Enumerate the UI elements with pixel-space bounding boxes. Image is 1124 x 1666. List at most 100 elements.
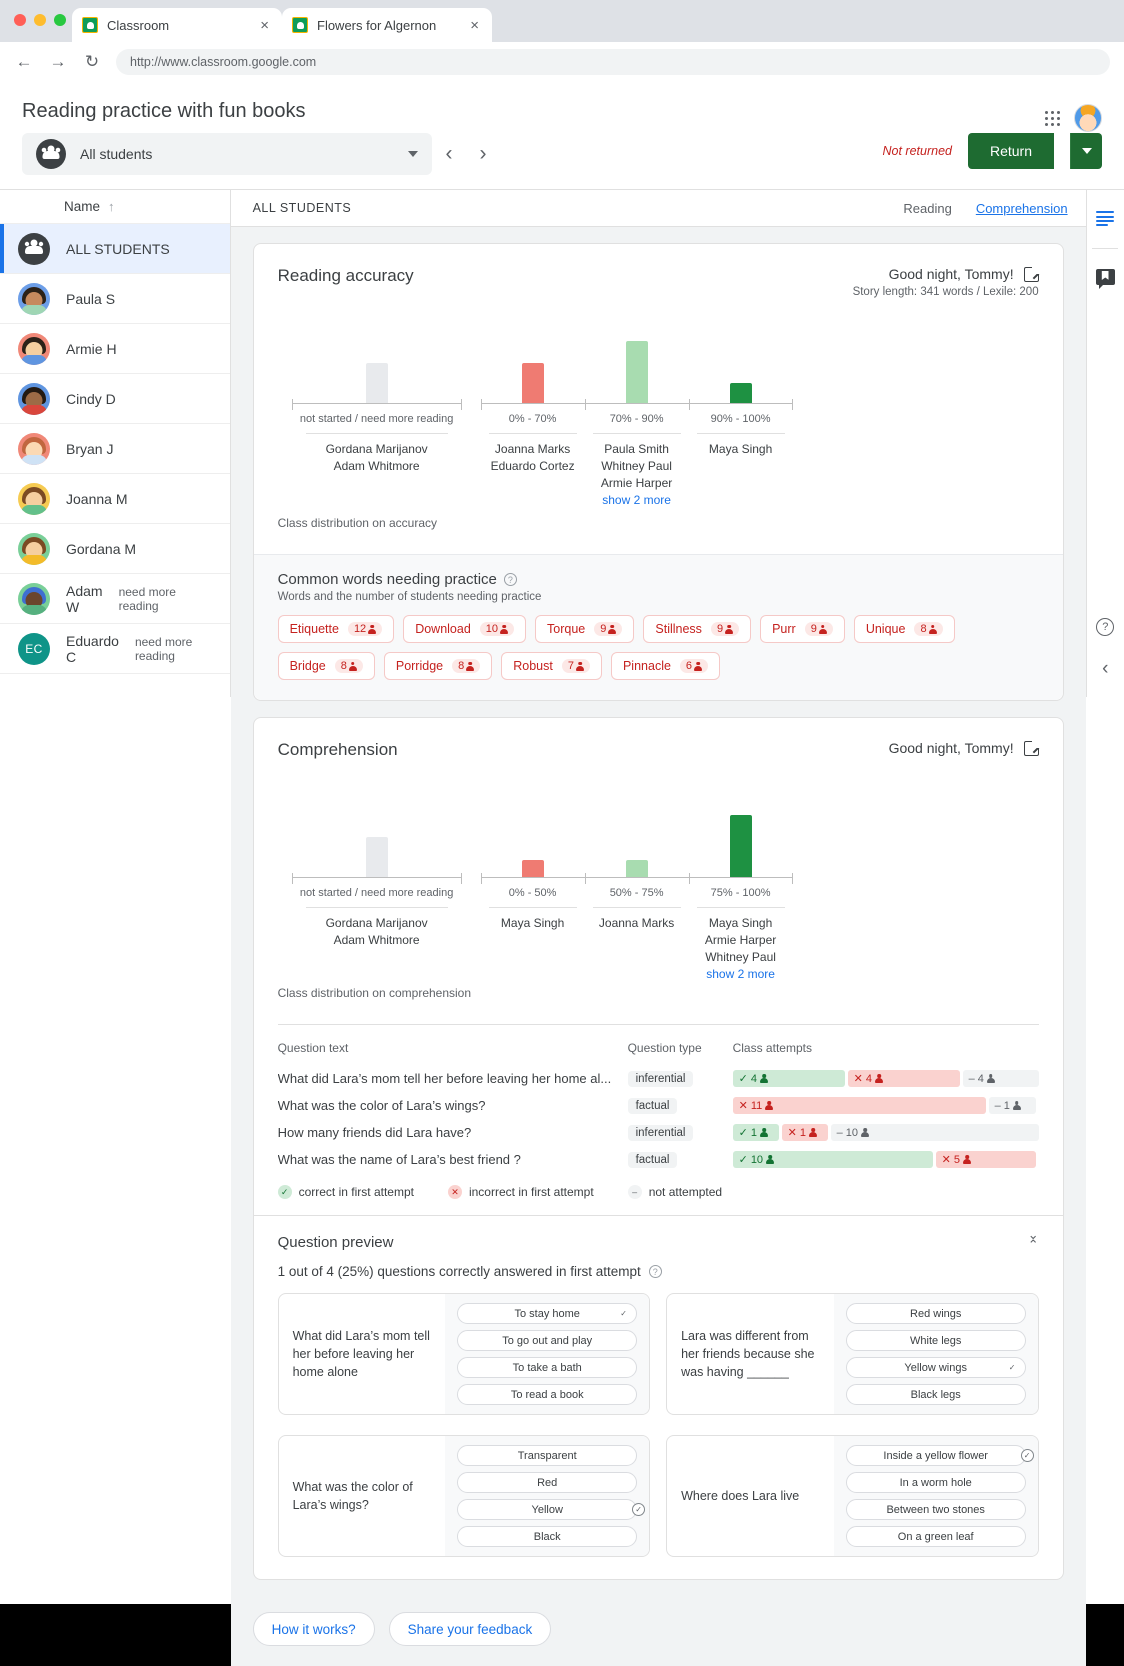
option-label: Yellow wings [904, 1361, 967, 1374]
reload-icon[interactable]: ↻ [82, 52, 102, 72]
collapse-left-icon[interactable]: ‹ [1091, 655, 1119, 683]
close-window-button[interactable] [14, 14, 26, 26]
tab-comprehension[interactable]: Comprehension [976, 201, 1068, 216]
option-row[interactable]: To take a bath [457, 1357, 638, 1378]
word-chip[interactable]: Robust 7 [501, 652, 602, 680]
forward-icon[interactable]: → [48, 52, 68, 72]
sidebar-item-bryan-j[interactable]: Bryan J [0, 424, 230, 474]
bin-student-names: Joanna Marks Eduardo Cortez [481, 441, 585, 475]
browser-tab-flowers[interactable]: Flowers for Algernon × [282, 8, 492, 42]
option-row[interactable]: Black legs [845, 1384, 1026, 1405]
back-icon[interactable]: ← [14, 52, 34, 72]
maximize-window-button[interactable] [54, 14, 66, 26]
student-list-header[interactable]: Name ↑ [0, 190, 230, 224]
sort-ascending-icon[interactable]: ↑ [108, 199, 115, 214]
return-button[interactable]: Return [967, 133, 1054, 169]
help-circle-icon[interactable]: ? [503, 573, 517, 586]
option-label: On a green leaf [897, 1530, 974, 1543]
share-feedback-button[interactable]: Share your feedback [388, 1612, 552, 1646]
word-chip[interactable]: Etiquette 12 [277, 615, 395, 643]
option-row[interactable]: In a worm hole [845, 1472, 1026, 1493]
word-chip[interactable]: Unique 8 [853, 615, 955, 643]
chevron-down-icon[interactable] [408, 151, 418, 157]
sidebar-item-all-students[interactable]: ALL STUDENTS [0, 224, 230, 274]
option-row[interactable]: Yellow wings ✓ [845, 1357, 1026, 1378]
chevron-collapse-icon[interactable]: ⌄ ⌃ [1028, 1228, 1039, 1251]
table-row[interactable]: How many friends did Lara have? inferent… [278, 1119, 1039, 1146]
table-row[interactable]: What did Lara’s mom tell her before leav… [278, 1065, 1039, 1092]
attempts-cell: ✓ 10 ✕ 5 [732, 1151, 1039, 1168]
word-chip[interactable]: Download 10 [403, 615, 527, 643]
divider [696, 907, 785, 908]
address-input[interactable]: http://www.classroom.google.com [116, 49, 1110, 75]
word-chip[interactable]: Bridge 8 [277, 652, 375, 680]
option-row[interactable]: Transparent [457, 1445, 638, 1466]
option-row[interactable]: Inside a yellow flower ✓ [845, 1445, 1034, 1466]
word-chip[interactable]: Stillness 9 [643, 615, 752, 643]
prev-student-button[interactable]: ‹ [432, 137, 466, 171]
sidebar-item-paula-s[interactable]: Paula S [0, 274, 230, 324]
close-tab-icon[interactable]: × [467, 16, 482, 35]
window-controls[interactable] [14, 14, 66, 26]
option-row[interactable]: On a green leaf [845, 1526, 1026, 1547]
help-circle-icon[interactable]: ? [648, 1265, 662, 1278]
person-icon [766, 1155, 774, 1164]
count-value: 6 [685, 660, 693, 672]
sidebar-item-armie-h[interactable]: Armie H [0, 324, 230, 374]
table-row[interactable]: What was the color of Lara’s wings? fact… [278, 1092, 1039, 1119]
tab-reading[interactable]: Reading [903, 201, 951, 216]
sidebar-item-cindy-d[interactable]: Cindy D [0, 374, 230, 424]
browser-window: Classroom × Flowers for Algernon × ← → ↻… [0, 0, 1124, 82]
table-row[interactable]: What was the name of Lara’s best friend … [278, 1146, 1039, 1173]
chart-group-ranges: 0% - 50% 50% - 75% 75% - 100% Maya Singh [480, 815, 793, 981]
sidebar-item-adam-w[interactable]: Adam W need more reading [0, 574, 230, 624]
comment-bookmark-icon[interactable] [1091, 263, 1119, 291]
list-item-label: Gordana M [66, 540, 137, 557]
word-chip[interactable]: Pinnacle 6 [610, 652, 721, 680]
option-row[interactable]: White legs [845, 1330, 1026, 1351]
open-in-new-icon[interactable] [1023, 263, 1042, 282]
minimize-window-button[interactable] [34, 14, 46, 26]
close-tab-icon[interactable]: × [257, 16, 272, 35]
count-value: 8 [920, 623, 927, 635]
open-in-new-icon[interactable] [1023, 737, 1042, 756]
sidebar-item-gordana-m[interactable]: Gordana M [0, 524, 230, 574]
help-icon[interactable]: ? [1091, 613, 1119, 641]
content-tab-bar: ALL STUDENTS Reading Comprehension [230, 190, 1086, 227]
word-count: 8 [452, 659, 481, 673]
assignment-icon[interactable] [1091, 206, 1119, 234]
main-content: ALL STUDENTS Reading Comprehension Readi… [230, 190, 1086, 1666]
avatar-initials: EC [25, 641, 43, 656]
count: 10 [845, 1126, 858, 1139]
option-row[interactable]: To stay home ✓ [457, 1303, 638, 1324]
tab-title: Classroom [107, 17, 170, 33]
check-icon: ✓ [738, 1154, 748, 1166]
option-row[interactable]: Red [457, 1472, 638, 1493]
all-students-icon [18, 232, 50, 265]
divider [488, 907, 577, 908]
sidebar-item-joanna-m[interactable]: Joanna M [0, 474, 230, 524]
show-more-link[interactable]: show 2 more [585, 492, 689, 509]
count: 1 [750, 1126, 757, 1139]
option-row[interactable]: To read a book [457, 1384, 638, 1405]
count-value: 9 [810, 623, 817, 635]
option-row[interactable]: Yellow ✓ [457, 1499, 646, 1520]
browser-tab-classroom[interactable]: Classroom × [72, 8, 282, 42]
bin-student-names: Gordana Marijanov Adam Whitmore [292, 441, 462, 475]
preview-question-text: Lara was different from her friends beca… [681, 1329, 815, 1379]
option-row[interactable]: Red wings [845, 1303, 1026, 1324]
sidebar-item-eduardo-c[interactable]: EC Eduardo C need more reading [0, 624, 230, 674]
word-chip[interactable]: Porridge 8 [383, 652, 493, 680]
bin-student-names: Maya Singh [689, 441, 793, 458]
return-options-button[interactable] [1070, 133, 1102, 169]
option-row[interactable]: Between two stones [845, 1499, 1026, 1520]
next-student-button[interactable]: › [466, 137, 500, 171]
student-selector[interactable]: All students [22, 133, 432, 175]
show-more-link[interactable]: show 2 more [689, 966, 793, 983]
option-row[interactable]: Black [457, 1526, 638, 1547]
student-name: Eduardo Cortez [490, 459, 575, 473]
how-it-works-button[interactable]: How it works? [252, 1612, 375, 1646]
word-chip[interactable]: Torque 9 [535, 615, 635, 643]
option-row[interactable]: To go out and play [457, 1330, 638, 1351]
word-chip[interactable]: Purr 9 [760, 615, 845, 643]
